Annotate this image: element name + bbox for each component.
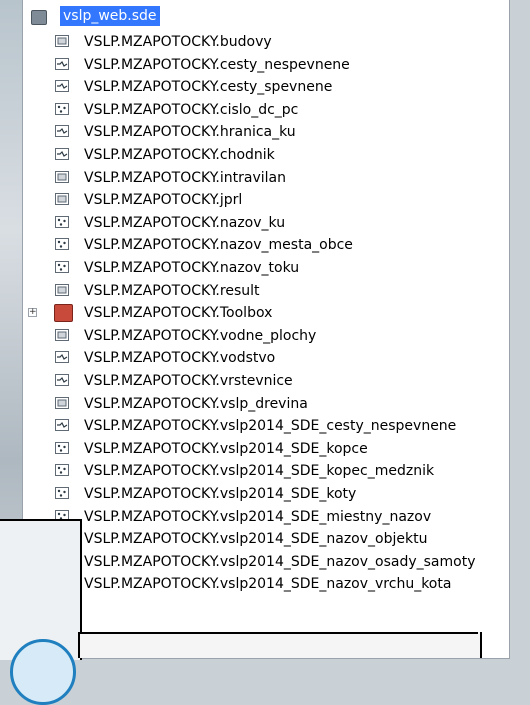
tree-item[interactable]: VSLP.MZAPOTOCKY.vslp2014_SDE_miestny_naz… [23,506,509,528]
polygon-feature-class-icon [55,328,69,341]
line-feature-class-icon [55,57,69,70]
background-logo-circle [10,639,76,705]
polygon-feature-class-icon [55,170,69,183]
tree-item-label: VSLP.MZAPOTOCKY.vodstvo [84,350,276,367]
tree-item[interactable]: VSLP.MZAPOTOCKY.vslp2014_SDE_kopec_medzn… [23,460,509,482]
line-feature-class-icon [55,419,69,432]
tree-item-label: VSLP.MZAPOTOCKY.vslp2014_SDE_nazov_osady… [84,553,476,570]
tree-item-label: VSLP.MZAPOTOCKY.vrstevnice [84,373,293,389]
point-feature-class-icon [55,215,69,228]
tree-item-label: VSLP.MZAPOTOCKY.vslp2014_SDE_kopce [84,440,368,457]
line-feature-class-icon [55,125,69,138]
overlay-window-border [78,632,478,634]
tree-item-label: VSLP.MZAPOTOCKY.chodnik [84,147,275,163]
tree-item-label: VSLP.MZAPOTOCKY.vslp2014_SDE_nazov_vrchu… [84,576,452,593]
tree-item-label: VSLP.MZAPOTOCKY.nazov_mesta_obce [84,237,353,254]
database-connection-icon [31,10,47,25]
tree-item[interactable]: VSLP.MZAPOTOCKY.jprl [23,189,509,211]
tree-item-label: VSLP.MZAPOTOCKY.cesty_spevnene [84,79,333,96]
tree-item[interactable]: VSLP.MZAPOTOCKY.nazov_ku [23,212,509,234]
tree-item-label: VSLP.MZAPOTOCKY.jprl [84,192,243,209]
polygon-feature-class-icon [55,193,69,206]
tree-item-label: VSLP.MZAPOTOCKY.cesty_nespevnene [84,56,350,73]
polygon-feature-class-icon [55,283,69,296]
line-feature-class-icon [55,148,69,160]
tree-item[interactable]: VSLP.MZAPOTOCKY.vslp2014_SDE_nazov_osady… [23,551,509,573]
tree-item[interactable]: VSLP.MZAPOTOCKY.vslp2014_SDE_cesty_nespe… [23,415,509,437]
expand-icon[interactable]: + [28,308,37,318]
point-feature-class-icon [55,441,69,454]
tree-item-label: VSLP.MZAPOTOCKY.result [84,282,260,299]
tree-item[interactable]: VSLP.MZAPOTOCKY.cesty_spevnene [23,76,509,98]
tree-item[interactable]: + VSLP.MZAPOTOCKY.Toolbox [23,302,509,324]
tree-item[interactable]: VSLP.MZAPOTOCKY.cesty_nespevnene [23,54,509,76]
tree-item[interactable]: VSLP.MZAPOTOCKY.vodne_plochy [23,325,509,347]
tree-item-label: VSLP.MZAPOTOCKY.cislo_dc_pc [84,101,299,118]
tree-root[interactable]: vslp_web.sde [23,6,509,28]
tree-item[interactable]: VSLP.MZAPOTOCKY.vslp2014_SDE_kopce [23,438,509,460]
tree-item-label: VSLP.MZAPOTOCKY.budovy [84,34,272,50]
polygon-feature-class-icon [55,35,69,47]
tree-root-label[interactable]: vslp_web.sde [60,6,160,26]
tree-item[interactable]: VSLP.MZAPOTOCKY.nazov_mesta_obce [23,234,509,256]
tree-item-label: VSLP.MZAPOTOCKY.hranica_ku [84,124,296,141]
tree-item[interactable]: VSLP.MZAPOTOCKY.chodnik [23,144,509,166]
line-feature-class-icon [55,374,69,386]
tree-item-label: VSLP.MZAPOTOCKY.vslp2014_SDE_cesty_nespe… [84,418,457,435]
tree-item-label: VSLP.MZAPOTOCKY.vodne_plochy [84,327,317,344]
point-feature-class-icon [55,464,69,477]
point-feature-class-icon [55,238,69,251]
tree-item[interactable]: VSLP.MZAPOTOCKY.cislo_dc_pc [23,99,509,121]
point-feature-class-icon [55,102,69,115]
toolbox-icon [54,304,73,323]
tree-item[interactable]: VSLP.MZAPOTOCKY.budovy [23,31,509,53]
catalog-tree[interactable]: vslp_web.sde VSLP.MZAPOTOCKY.budovy VSLP.… [22,0,510,659]
point-feature-class-icon [55,487,69,499]
tree-item[interactable]: VSLP.MZAPOTOCKY.result [23,280,509,302]
line-feature-class-icon [55,80,69,93]
tree-item[interactable]: VSLP.MZAPOTOCKY.intravilan [23,167,509,189]
polygon-feature-class-icon [55,396,69,409]
tree-item[interactable]: VSLP.MZAPOTOCKY.vslp2014_SDE_nazov_vrchu… [23,573,509,595]
tree-item[interactable]: VSLP.MZAPOTOCKY.hranica_ku [23,121,509,143]
point-feature-class-icon [55,261,69,273]
tree-item[interactable]: VSLP.MZAPOTOCKY.vodstvo [23,347,509,369]
tree-item-label: VSLP.MZAPOTOCKY.nazov_toku [84,260,300,276]
overlay-window [78,632,482,658]
tree-item[interactable]: VSLP.MZAPOTOCKY.nazov_toku [23,257,509,279]
background-window [0,519,82,705]
tree-item[interactable]: VSLP.MZAPOTOCKY.vslp2014_SDE_koty [23,483,509,505]
tree-item[interactable]: VSLP.MZAPOTOCKY.vslp_drevina [23,393,509,415]
tree-item[interactable]: VSLP.MZAPOTOCKY.vrstevnice [23,370,509,392]
tree-item-label: VSLP.MZAPOTOCKY.vslp2014_SDE_kopec_medzn… [84,463,435,480]
tree-item-label: VSLP.MZAPOTOCKY.intravilan [84,169,286,186]
tree-item-label: VSLP.MZAPOTOCKY.vslp2014_SDE_nazov_objek… [84,531,428,548]
tree-item-label: VSLP.MZAPOTOCKY.nazov_ku [84,214,286,231]
tree-item[interactable]: VSLP.MZAPOTOCKY.vslp2014_SDE_nazov_objek… [23,528,509,550]
tree-item-label: VSLP.MZAPOTOCKY.vslp2014_SDE_miestny_naz… [84,508,432,525]
tree-item-label: VSLP.MZAPOTOCKY.vslp2014_SDE_koty [84,486,357,502]
tree-item-label: VSLP.MZAPOTOCKY.vslp_drevina [84,395,308,412]
tree-item-label: VSLP.MZAPOTOCKY.Toolbox [84,305,273,322]
line-feature-class-icon [55,351,69,364]
